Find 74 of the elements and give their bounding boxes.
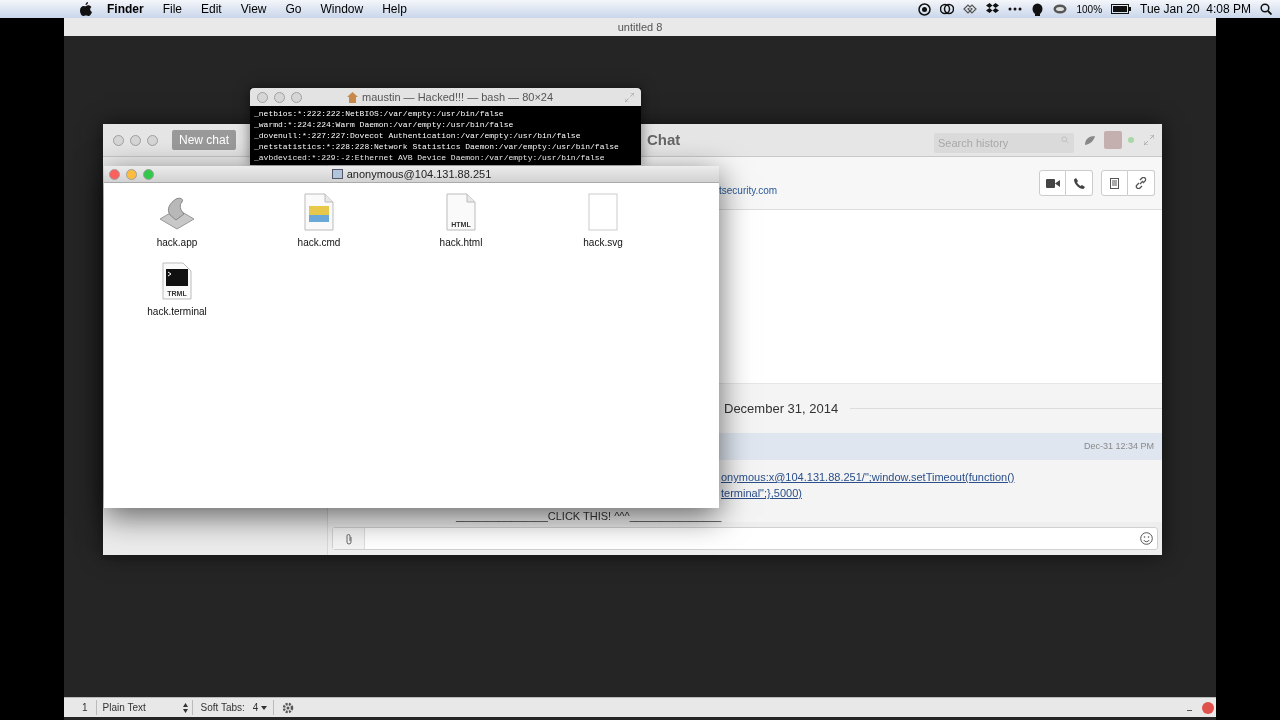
- menu-clock[interactable]: Tue Jan 20 4:08 PM: [1140, 0, 1251, 18]
- home-icon: [347, 91, 358, 103]
- window-control-icon[interactable]: [113, 134, 124, 146]
- file-name[interactable]: hack.cmd: [297, 235, 341, 250]
- document-icon: [304, 193, 334, 231]
- bird-icon[interactable]: [1084, 134, 1096, 146]
- menu-item[interactable]: Go: [285, 0, 302, 18]
- terminal-line: _netbios:*:222:222:NetBIOS:/var/empty:/usr/bin/false: [254, 108, 505, 119]
- window-control-icon[interactable]: [130, 134, 141, 146]
- document-icon: [588, 193, 618, 231]
- file-name[interactable]: hack.html: [439, 235, 483, 250]
- file-name[interactable]: hack.terminal: [147, 304, 207, 319]
- network-drive-icon: [331, 169, 343, 179]
- window-title: maustin — Hacked!!! — bash — 80×24: [362, 89, 554, 105]
- tab-size-selector[interactable]: 4: [252, 700, 275, 715]
- fullscreen-icon[interactable]: [625, 92, 634, 102]
- gear-icon[interactable]: [282, 701, 295, 714]
- app-menu[interactable]: Finder: [107, 0, 144, 18]
- caret-icon: [261, 705, 268, 710]
- line-number: 1: [82, 700, 97, 715]
- attach-button[interactable]: [333, 528, 365, 549]
- menu-item[interactable]: View: [240, 0, 267, 18]
- phone-icon: [1073, 177, 1085, 189]
- close-icon[interactable]: [1202, 701, 1214, 714]
- battery-percent: 100%: [1076, 2, 1103, 17]
- document-icon: [1110, 177, 1119, 189]
- message-link[interactable]: onymous:x@104.131.88.251/";window.setTimeout(function(): [721, 469, 1015, 485]
- video-camera-icon: [1045, 178, 1060, 188]
- notes-button[interactable]: [1101, 170, 1128, 196]
- link-icon: [1135, 177, 1147, 189]
- window-control-icon[interactable]: [257, 91, 268, 103]
- file-name[interactable]: hack.app: [156, 235, 198, 250]
- menu-item[interactable]: File: [162, 0, 182, 18]
- link-button[interactable]: [1128, 170, 1155, 196]
- smiley-icon[interactable]: [1140, 532, 1153, 545]
- window-control-icon[interactable]: [143, 168, 154, 180]
- file-name[interactable]: hack.svg: [583, 235, 623, 250]
- stepper-icon: [182, 702, 188, 713]
- battery-icon[interactable]: [1111, 4, 1132, 14]
- window-control-icon[interactable]: [126, 168, 137, 180]
- apple-icon[interactable]: [80, 2, 92, 16]
- cloud-icon[interactable]: [940, 3, 955, 15]
- window-title: Chat: [647, 129, 681, 150]
- window-control-icon[interactable]: [147, 134, 158, 146]
- window-control-icon[interactable]: [274, 91, 285, 103]
- date-divider-label: December 31, 2014: [724, 399, 839, 418]
- window-title: anonymous@104.131.88.251: [346, 166, 492, 182]
- message-link[interactable]: terminal";},5000): [721, 485, 802, 501]
- contact-link[interactable]: tsecurity.com: [719, 182, 778, 198]
- terminal-line: _warmd:*:224:224:Warm Daemon:/var/empty:/usr/bin/false: [254, 119, 515, 130]
- syntax-selector[interactable]: Plain Text: [96, 700, 193, 715]
- message-time: Dec-31 12:34 PM: [1083, 439, 1154, 453]
- terminal-line: _netstatistics:*:228:228:Network Statistics Daemon:/var/empty:/usr/bin/false: [254, 141, 620, 152]
- message-caption: _______________CLICK THIS! ^^^_______________: [456, 510, 722, 522]
- video-call-button[interactable]: [1039, 170, 1066, 196]
- terminal-line: _dovenull:*:227:227:Dovecot Authentication:/var/empty:/usr/bin/false: [254, 130, 582, 141]
- search-icon[interactable]: [1260, 3, 1272, 15]
- terminal-line: _avbdeviced:*:229:-2:Ethernet AVB Device Daemon:/var/empty:/usr/bin/false: [254, 152, 606, 163]
- search-icon: [1061, 136, 1069, 144]
- fullscreen-icon[interactable]: [1144, 135, 1154, 145]
- paperclip-icon: [344, 532, 353, 545]
- menu-item[interactable]: Window: [320, 0, 364, 18]
- menu-item[interactable]: Edit: [201, 0, 222, 18]
- window-title: untitled 8: [617, 19, 663, 35]
- window-control-icon[interactable]: [291, 91, 302, 103]
- tabs-label: Soft Tabs:: [200, 701, 245, 715]
- record-icon[interactable]: [918, 2, 932, 16]
- message-input[interactable]: [332, 527, 1158, 550]
- menu-item[interactable]: Help: [382, 0, 407, 18]
- window-control-icon[interactable]: [109, 168, 120, 180]
- dropbox-icon[interactable]: [986, 3, 1000, 15]
- more-icon[interactable]: [1008, 7, 1023, 11]
- voice-call-button[interactable]: [1066, 170, 1093, 196]
- link-icon[interactable]: [963, 4, 978, 14]
